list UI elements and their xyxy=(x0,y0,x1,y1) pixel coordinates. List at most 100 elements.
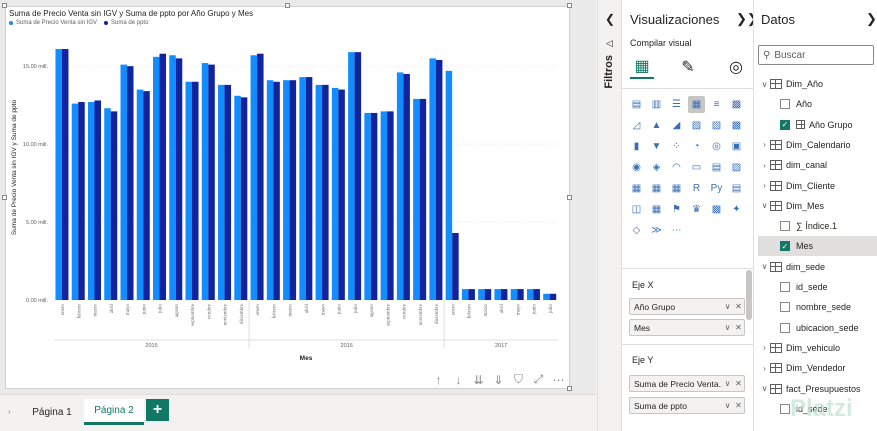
format-visual-icon[interactable]: ✎ xyxy=(676,55,700,79)
stacked-bar-100-icon[interactable]: ≡ xyxy=(708,96,725,113)
resize-handle[interactable] xyxy=(567,386,572,391)
qa-icon[interactable]: ▦ xyxy=(648,201,665,218)
scatter-icon[interactable]: ⁘ xyxy=(668,138,685,155)
stacked-area-icon[interactable]: ◢ xyxy=(668,117,685,134)
more-icon[interactable]: ⋯ xyxy=(551,373,566,387)
chevron-right-icon[interactable]: › xyxy=(760,181,769,190)
field-checkbox[interactable] xyxy=(780,322,790,333)
gauge-icon[interactable]: ◠ xyxy=(668,159,685,176)
chevron-down-icon[interactable]: ∨ xyxy=(722,379,733,388)
field-checkbox[interactable] xyxy=(780,403,790,414)
chevron-right-icon[interactable]: › xyxy=(760,364,769,373)
tab-page-2[interactable]: Página 2 xyxy=(84,399,144,425)
chevron-down-icon[interactable]: ∨ xyxy=(760,80,769,89)
tab-scroll-left-icon[interactable]: › xyxy=(8,407,11,416)
decomposition-tree-icon[interactable]: ◫ xyxy=(628,201,645,218)
area-chart-icon[interactable]: ▲ xyxy=(648,117,665,134)
chevron-down-icon[interactable]: ∨ xyxy=(760,384,769,393)
chevron-right-icon[interactable]: › xyxy=(760,140,769,149)
chevron-down-icon[interactable]: ∨ xyxy=(722,302,733,311)
stacked-column-icon[interactable]: ▥ xyxy=(648,96,665,113)
key-influencers-icon[interactable]: ▤ xyxy=(728,180,745,197)
filled-map-icon[interactable]: ◈ xyxy=(648,159,665,176)
clustered-bar-icon[interactable]: ☰ xyxy=(668,96,685,113)
filters-pane-collapsed[interactable]: ❮ ◁ Filtros xyxy=(597,0,621,431)
resize-handle[interactable] xyxy=(285,3,290,8)
kpi-icon[interactable]: ▧ xyxy=(728,159,745,176)
power-apps-icon[interactable]: ✦ xyxy=(728,201,745,218)
arcgis-icon[interactable]: ≫ xyxy=(648,222,665,239)
resize-handle[interactable] xyxy=(567,195,572,200)
resize-handle[interactable] xyxy=(567,3,572,8)
remove-field-icon[interactable]: ✕ xyxy=(733,401,744,410)
remove-field-icon[interactable]: ✕ xyxy=(733,323,744,332)
field-node[interactable]: ubicacion_sede xyxy=(758,318,859,338)
chevron-right-icon[interactable]: › xyxy=(760,343,769,352)
table-icon[interactable]: ▦ xyxy=(648,180,665,197)
table-node[interactable]: ∨ dim_sede xyxy=(760,257,825,277)
field-node[interactable]: Año xyxy=(758,94,812,114)
power-automate-icon[interactable]: ◇ xyxy=(628,222,645,239)
table-node[interactable]: › Dim_Cliente xyxy=(760,176,835,196)
y-axis-field-precio[interactable]: Suma de Precio Venta... ∨ ✕ xyxy=(629,375,745,392)
donut-chart-icon[interactable]: ◎ xyxy=(708,138,725,155)
line-clustered-icon[interactable]: ▧ xyxy=(708,117,725,134)
field-node[interactable]: id_sede xyxy=(758,277,828,297)
multi-card-icon[interactable]: ▤ xyxy=(708,159,725,176)
field-checkbox[interactable] xyxy=(780,99,790,110)
resize-handle[interactable] xyxy=(2,3,7,8)
field-node[interactable]: ∑ Índice.1 xyxy=(758,216,837,236)
field-checkbox[interactable] xyxy=(780,221,790,232)
analytics-icon[interactable]: ◎ xyxy=(724,55,748,79)
search-input[interactable]: ⚲ Buscar xyxy=(758,45,874,65)
r-visual-icon[interactable]: R xyxy=(688,180,705,197)
add-page-button[interactable]: + xyxy=(146,399,169,421)
table-node[interactable]: › Dim_Vendedor xyxy=(760,358,846,378)
ribbon-chart-icon[interactable]: ▩ xyxy=(728,117,745,134)
table-node[interactable]: › dim_canal xyxy=(760,155,827,175)
trophy-icon[interactable]: ♛ xyxy=(688,201,705,218)
field-checkbox[interactable]: ✓ xyxy=(780,241,790,252)
x-axis-field-mes[interactable]: Mes ∨ ✕ xyxy=(629,319,745,336)
chevron-right-icon[interactable]: › xyxy=(760,161,769,170)
expand-icon[interactable]: ⇓ xyxy=(491,373,506,387)
map-icon[interactable]: ◉ xyxy=(628,159,645,176)
chevron-down-icon[interactable]: ∨ xyxy=(722,323,733,332)
field-checkbox[interactable] xyxy=(780,282,790,292)
field-node[interactable]: nombre_sede xyxy=(758,297,851,317)
field-node[interactable]: ✓ Año Grupo xyxy=(758,115,853,135)
pie-chart-icon[interactable]: ◔ xyxy=(688,138,705,155)
funnel-icon[interactable]: ▼ xyxy=(648,138,665,155)
table-node[interactable]: › Dim_Calendario xyxy=(760,135,851,155)
arrow-down-icon[interactable]: ↓ xyxy=(451,373,466,387)
matrix-icon[interactable]: ▦ xyxy=(668,180,685,197)
y-axis-field-ppto[interactable]: Suma de ppto ∨ ✕ xyxy=(629,397,745,414)
remove-field-icon[interactable]: ✕ xyxy=(733,379,744,388)
build-visual-icon[interactable]: ▦ xyxy=(630,55,654,79)
field-node[interactable]: ✓ Mes xyxy=(758,236,877,257)
resize-handle[interactable] xyxy=(2,195,7,200)
arrow-up-icon[interactable]: ↑ xyxy=(431,373,446,387)
treemap-icon[interactable]: ▣ xyxy=(728,138,745,155)
line-column-icon[interactable]: ▨ xyxy=(688,117,705,134)
python-visual-icon[interactable]: Py xyxy=(708,180,725,197)
smart-narrative-icon[interactable]: ⚑ xyxy=(668,201,685,218)
stacked-column-100-icon[interactable]: ▩ xyxy=(728,96,745,113)
x-axis-field-ano-grupo[interactable]: Año Grupo ∨ ✕ xyxy=(629,298,745,315)
collapse-data-icon[interactable]: ❯ xyxy=(866,11,877,27)
filter-icon[interactable]: ⛉ xyxy=(511,372,526,387)
line-chart-icon[interactable]: ◿ xyxy=(628,117,645,134)
pane-scrollbar[interactable] xyxy=(746,270,752,320)
remove-field-icon[interactable]: ✕ xyxy=(733,302,744,311)
chevron-down-icon[interactable]: ∨ xyxy=(722,401,733,410)
card-icon[interactable]: ▭ xyxy=(688,159,705,176)
table-node[interactable]: ∨ Dim_Mes xyxy=(760,196,824,216)
focus-icon[interactable]: ⤢ xyxy=(531,372,546,387)
waterfall-icon[interactable]: ▮ xyxy=(628,138,645,155)
paginated-report-icon[interactable]: ▩ xyxy=(708,201,725,218)
stacked-bar-icon[interactable]: ▤ xyxy=(628,96,645,113)
clustered-column-chart[interactable]: Suma de Precio Venta sin IGV y Suma de p… xyxy=(5,6,570,389)
slicer-icon[interactable]: ▦ xyxy=(628,180,645,197)
field-checkbox[interactable] xyxy=(780,302,790,313)
table-node[interactable]: ∨ Dim_Año xyxy=(760,74,823,94)
